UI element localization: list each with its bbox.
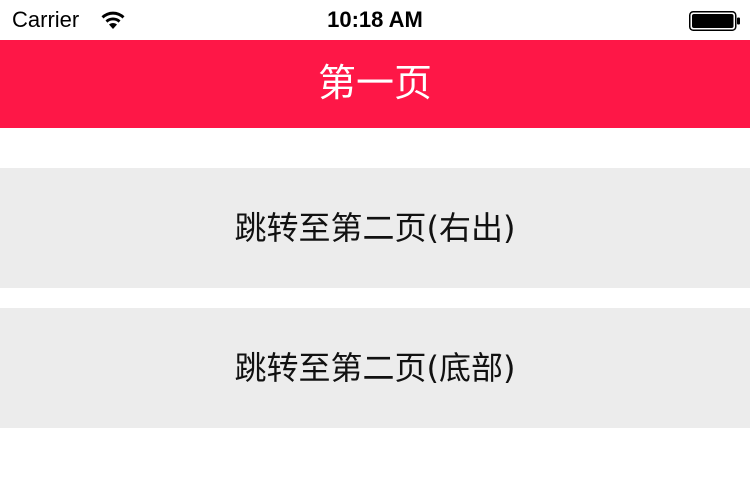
navigation-bar: 第一页 — [0, 40, 750, 128]
go-to-page-two-right-button[interactable]: 跳转至第二页(右出) — [0, 168, 750, 288]
go-to-page-two-bottom-button[interactable]: 跳转至第二页(底部) — [0, 308, 750, 428]
status-time: 10:18 AM — [327, 7, 423, 32]
battery-icon — [689, 11, 740, 31]
status-bar: Carrier 10:18 AM — [0, 0, 750, 40]
page-title: 第一页 — [317, 61, 432, 105]
